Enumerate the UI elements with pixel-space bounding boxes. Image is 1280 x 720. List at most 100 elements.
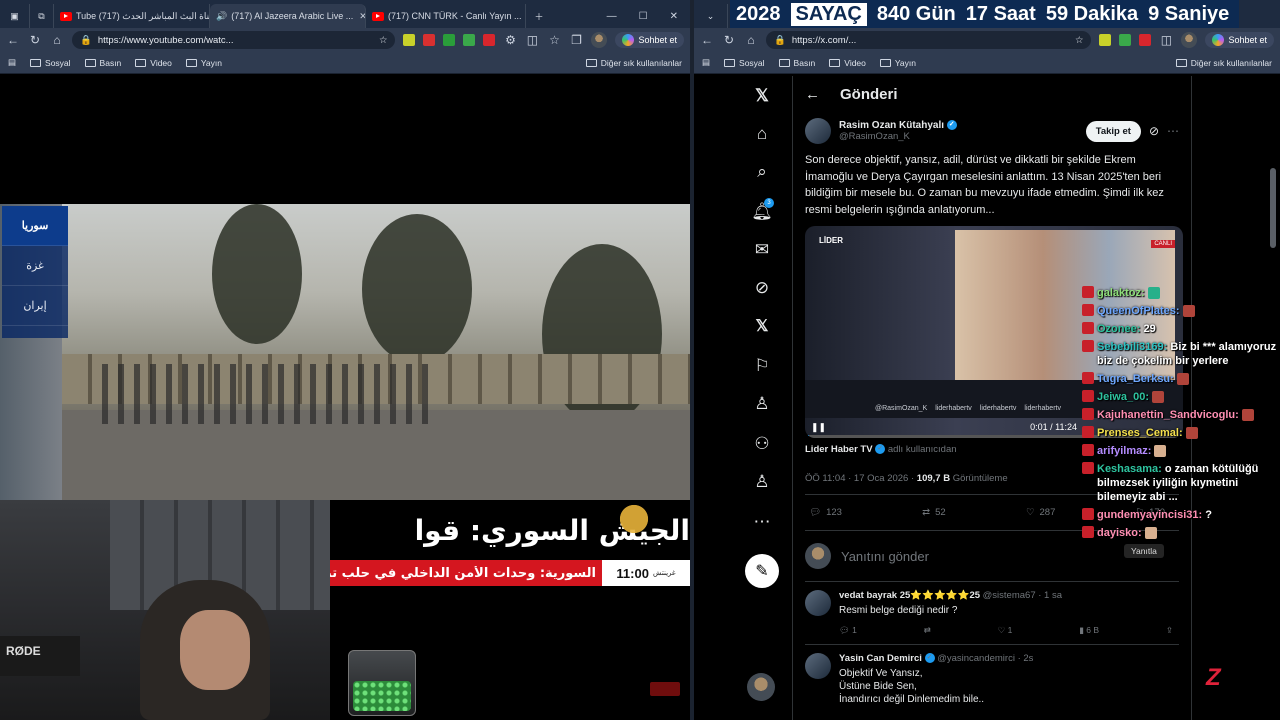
- commenter-avatar[interactable]: [805, 590, 831, 616]
- extension-icon[interactable]: [423, 34, 436, 46]
- reply-button[interactable]: 💬︎ 123: [809, 507, 842, 518]
- bookmark-sosyal[interactable]: Sosyal: [724, 58, 765, 68]
- compose-post-button[interactable]: ✎: [745, 554, 779, 588]
- more-icon[interactable]: ⋯: [750, 510, 774, 534]
- communities-icon[interactable]: ⚇: [750, 432, 774, 456]
- chat-username[interactable]: arifyilmaz:: [1097, 445, 1151, 457]
- chat-username[interactable]: Jeiwa_00:: [1097, 391, 1149, 403]
- profile-avatar[interactable]: [591, 32, 608, 48]
- tab-alhadath[interactable]: Tube قناة البث المباشر الحدث (717) ✕: [54, 4, 210, 28]
- bookmark-yayin[interactable]: Yayın: [185, 58, 222, 68]
- chat-username[interactable]: Keshasama:: [1097, 463, 1162, 475]
- bookmark-video[interactable]: Video: [135, 58, 172, 68]
- author-handle[interactable]: @RasimOzan_K: [839, 131, 957, 142]
- extension-icon[interactable]: [1119, 34, 1132, 46]
- tab-list-icon[interactable]: ⌄: [694, 4, 728, 28]
- reply-placeholder[interactable]: Yanıtını gönder: [841, 549, 929, 564]
- refresh-icon[interactable]: ↻: [722, 33, 736, 47]
- chat-username[interactable]: Prenses_Cemal:: [1097, 427, 1183, 439]
- split-screen-icon[interactable]: ◫: [525, 33, 539, 47]
- chat-username[interactable]: QueenOfPlates:: [1097, 305, 1180, 317]
- jobs-icon[interactable]: ♙: [750, 392, 774, 416]
- speaker-icon[interactable]: 🔊: [216, 11, 227, 22]
- workspaces-icon[interactable]: ▣: [0, 4, 30, 28]
- back-icon[interactable]: ←: [700, 33, 714, 47]
- minimize-icon[interactable]: —: [607, 11, 617, 22]
- premium-icon[interactable]: 𝕏: [750, 314, 774, 338]
- messages-icon[interactable]: ✉: [750, 238, 774, 262]
- copilot-button[interactable]: Sohbet et: [615, 32, 684, 48]
- chat-username[interactable]: galaktoz:: [1097, 287, 1145, 299]
- star-icon[interactable]: ☆: [1075, 35, 1084, 46]
- chat-username[interactable]: Kajuhanettin_Sandvicoglu:: [1097, 409, 1239, 421]
- close-window-icon[interactable]: ✕: [670, 11, 678, 22]
- author-name[interactable]: Rasim Ozan Kütahyalı ✓: [839, 120, 957, 131]
- chat-username[interactable]: Tugra_Berksu:: [1097, 373, 1174, 385]
- bookmark-basin[interactable]: Basın: [84, 58, 121, 68]
- author-avatar[interactable]: [805, 118, 831, 144]
- reply-button[interactable]: 💬︎ 1: [839, 625, 857, 636]
- new-tab-button[interactable]: ＋: [526, 4, 552, 28]
- more-options-icon[interactable]: ⋯: [1167, 124, 1179, 138]
- grok-icon[interactable]: ⊘: [750, 276, 774, 300]
- bookmark-more[interactable]: Diğer sık kullanılanlar: [1175, 58, 1272, 68]
- tab-aljazeera[interactable]: 🔊 (717) Al Jazeera Arabic Live ... ✕: [210, 4, 366, 28]
- menu-item-iran[interactable]: إيران: [2, 286, 68, 326]
- chat-username[interactable]: Ozonee:: [1097, 323, 1140, 335]
- menu-item-syria[interactable]: سوريا: [2, 206, 68, 246]
- bookmark-basin[interactable]: Basın: [778, 58, 815, 68]
- notifications-icon[interactable]: 🔔︎ 3: [750, 198, 774, 224]
- commenter-avatar[interactable]: [805, 653, 831, 679]
- account-avatar[interactable]: [747, 673, 775, 701]
- tab-cnnturk[interactable]: (717) CNN TÜRK - Canlı Yayın ... ✕: [366, 4, 526, 28]
- split-screen-icon[interactable]: ◫: [1159, 33, 1173, 47]
- chat-username[interactable]: Sebebili3169:: [1097, 341, 1167, 353]
- tab-actions-icon[interactable]: ⧉: [30, 4, 54, 28]
- chat-username[interactable]: gundemyayincisi31:: [1097, 509, 1202, 521]
- chat-username[interactable]: dayisko:: [1097, 527, 1142, 539]
- url-field[interactable]: 🔒 https://x.com/... ☆: [766, 31, 1092, 49]
- repost-button[interactable]: ⇄: [924, 625, 931, 636]
- collections-icon[interactable]: ❐: [569, 33, 583, 47]
- extension-icon[interactable]: [483, 34, 496, 46]
- follow-button[interactable]: Takip et: [1085, 120, 1141, 142]
- bookmarks-icon[interactable]: ⚐: [750, 354, 774, 378]
- menu-item-gaza[interactable]: غزة: [2, 246, 68, 286]
- extension-icon[interactable]: [463, 34, 476, 46]
- star-icon[interactable]: ☆: [379, 35, 388, 46]
- extension-icon[interactable]: [403, 34, 416, 46]
- bookmarks-icon[interactable]: ▤: [8, 57, 16, 68]
- pause-icon[interactable]: ❚❚: [811, 422, 826, 433]
- page-scrollbar[interactable]: [1270, 168, 1276, 248]
- copilot-button[interactable]: Sohbet et: [1205, 32, 1274, 48]
- x-logo-icon[interactable]: 𝕏: [750, 84, 774, 108]
- favorites-icon[interactable]: ☆: [547, 33, 561, 47]
- close-icon[interactable]: ✕: [359, 11, 365, 22]
- home-icon[interactable]: ⌂: [50, 33, 64, 47]
- profile-avatar[interactable]: [1181, 32, 1198, 48]
- back-arrow-icon[interactable]: ←: [805, 86, 820, 103]
- extensions-icon[interactable]: ⚙: [503, 33, 517, 47]
- bookmark-more[interactable]: Diğer sık kullanılanlar: [585, 58, 682, 68]
- back-icon[interactable]: ←: [6, 33, 20, 47]
- bookmarks-icon[interactable]: ▤: [702, 57, 710, 68]
- like-button[interactable]: ♡ 287: [1026, 507, 1055, 518]
- refresh-icon[interactable]: ↻: [28, 33, 42, 47]
- comment-item[interactable]: Yasin Can Demirci ✓ @yasincandemirci · 2…: [805, 645, 1179, 714]
- views-button[interactable]: ▮ 6 B: [1079, 625, 1099, 636]
- grok-icon[interactable]: ⊘: [1149, 124, 1159, 138]
- home-icon[interactable]: ⌂: [750, 122, 774, 146]
- comment-item[interactable]: vedat bayrak 25⭐⭐⭐⭐⭐25 @sistema67 · 1 sa…: [805, 582, 1179, 645]
- extension-icon[interactable]: [443, 34, 456, 46]
- repost-button[interactable]: ⇄ 52: [922, 507, 946, 518]
- search-icon[interactable]: ⌕: [750, 160, 774, 184]
- like-button[interactable]: ♡ 1: [998, 625, 1013, 636]
- bookmark-sosyal[interactable]: Sosyal: [30, 58, 71, 68]
- home-icon[interactable]: ⌂: [744, 33, 758, 47]
- url-field[interactable]: 🔒 https://www.youtube.com/watc... ☆: [72, 31, 396, 49]
- maximize-icon[interactable]: ☐: [639, 11, 648, 22]
- bookmark-video[interactable]: Video: [829, 58, 866, 68]
- bookmark-yayin[interactable]: Yayın: [879, 58, 916, 68]
- profile-icon[interactable]: ♙: [750, 470, 774, 494]
- extension-icon[interactable]: [1099, 34, 1112, 46]
